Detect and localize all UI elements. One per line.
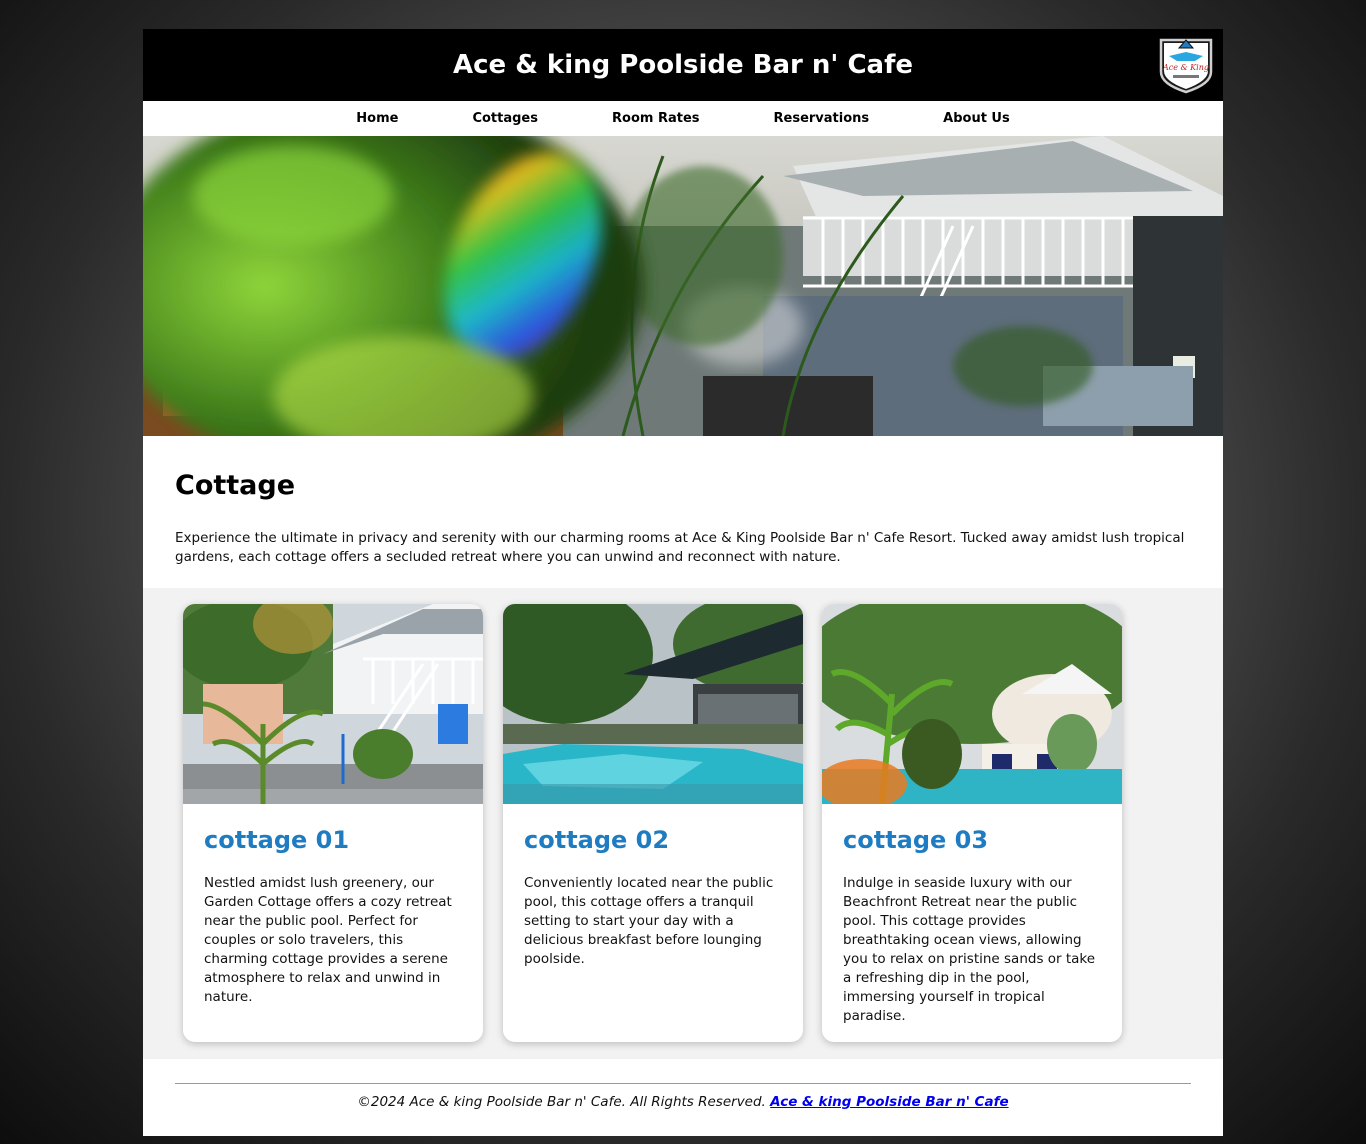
nav-cottages[interactable]: Cottages xyxy=(435,111,575,126)
hero-image xyxy=(103,96,1223,476)
cottage-cards: cottage 01 Nestled amidst lush greenery,… xyxy=(143,588,1223,1059)
cottage-card[interactable]: cottage 02 Conveniently located near the… xyxy=(503,604,803,1042)
card-title: cottage 03 xyxy=(843,826,989,854)
nav-reservations[interactable]: Reservations xyxy=(737,111,907,126)
card-text: Conveniently located near the public poo… xyxy=(524,875,774,967)
footer-copyright: ©2024 Ace & king Poolside Bar n' Cafe. A… xyxy=(357,1094,766,1110)
card-title: cottage 01 xyxy=(204,826,350,854)
card-text: Nestled amidst lush greenery, our Garden… xyxy=(204,875,452,1005)
site-title: Ace & king Poolside Bar n' Cafe xyxy=(452,50,914,80)
header-bar: Ace & king Poolside Bar n' Cafe Ace & Ki… xyxy=(143,29,1223,101)
nav-room-rates[interactable]: Room Rates xyxy=(575,111,737,126)
cottage-card[interactable]: cottage 01 Nestled amidst lush greenery,… xyxy=(183,604,483,1042)
page-container: Ace & king Poolside Bar n' Cafe Ace & Ki… xyxy=(103,29,1223,1136)
cottage-photo xyxy=(503,604,803,804)
main-nav: Home Cottages Room Rates Reservations Ab… xyxy=(143,101,1223,136)
nav-about-us[interactable]: About Us xyxy=(906,111,1047,126)
logo-icon[interactable]: Ace & King xyxy=(1155,34,1217,94)
card-text: Indulge in seaside luxury with our Beach… xyxy=(843,875,1096,1024)
card-title: cottage 02 xyxy=(524,826,670,854)
footer: ©2024 Ace & king Poolside Bar n' Cafe. A… xyxy=(175,1083,1191,1110)
intro-section: Cottage Experience the ultimate in priva… xyxy=(143,440,1223,587)
cottage-photo xyxy=(183,604,483,804)
nav-home[interactable]: Home xyxy=(319,111,435,126)
intro-text: Experience the ultimate in privacy and s… xyxy=(175,530,1185,565)
cottage-photo xyxy=(822,604,1122,804)
footer-link[interactable]: Ace & king Poolside Bar n' Cafe xyxy=(770,1094,1008,1110)
svg-text:Ace & King: Ace & King xyxy=(1162,63,1209,72)
cottage-card[interactable]: cottage 03 Indulge in seaside luxury wit… xyxy=(822,604,1122,1042)
page-heading: Cottage xyxy=(175,470,296,501)
